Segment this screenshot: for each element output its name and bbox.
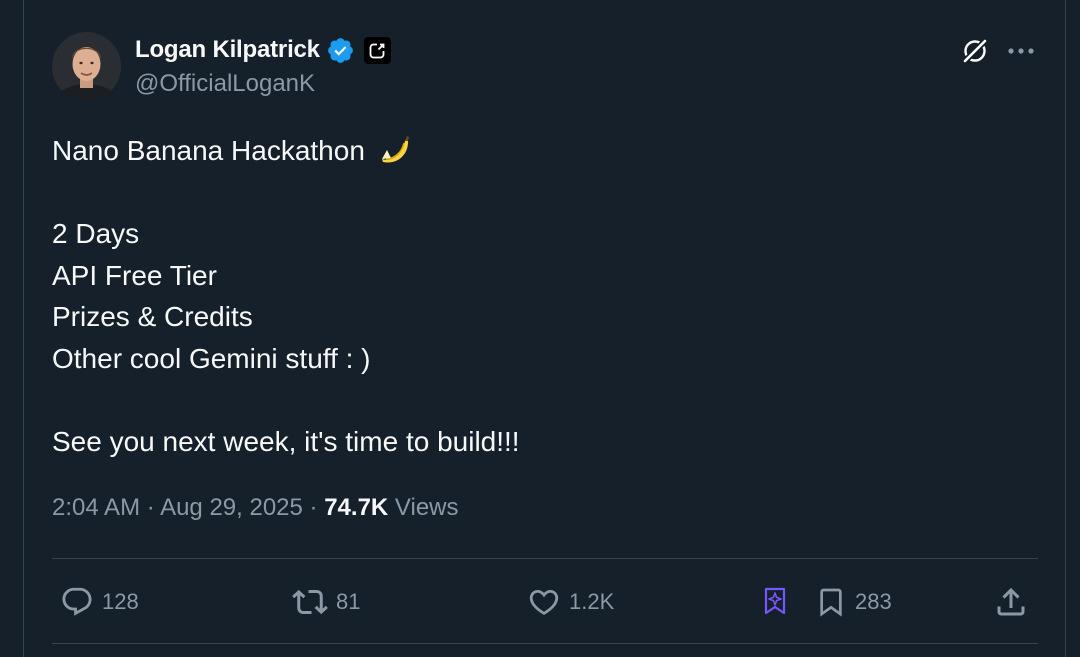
author-handle[interactable]: @OfficialLoganK xyxy=(135,70,315,98)
meta-separator: · xyxy=(302,494,325,521)
author-name-row: Logan Kilpatrick xyxy=(135,33,391,67)
more-options-icon[interactable] xyxy=(1003,33,1039,69)
tweet-line-3: 2 Days xyxy=(52,218,140,250)
bookmark-count: 283 xyxy=(855,589,892,614)
like-count: 1.2K xyxy=(569,589,615,614)
heart-icon xyxy=(527,585,561,619)
verified-badge-icon[interactable] xyxy=(326,36,355,65)
tweet-line-8: See you next week, it's time to build!!! xyxy=(52,426,520,458)
tweet-line-7 xyxy=(52,380,1032,422)
repost-button[interactable]: 81 xyxy=(292,583,360,621)
share-icon xyxy=(993,584,1029,620)
banana-emoji xyxy=(377,132,411,178)
repost-icon xyxy=(292,584,328,620)
tweet-line-4: API Free Tier xyxy=(52,259,217,291)
tweet-line-1: Nano Banana Hackathon xyxy=(52,130,1032,172)
tweet-line-1-text: Nano Banana Hackathon xyxy=(52,135,365,166)
tweet-date[interactable]: Aug 29, 2025 xyxy=(160,494,303,521)
reply-count: 128 xyxy=(102,589,139,614)
tweet-line-5: Prizes & Credits xyxy=(52,301,253,333)
tweet-time[interactable]: 2:04 AM xyxy=(52,494,140,521)
affiliate-badge-icon[interactable] xyxy=(363,36,391,64)
repost-count: 81 xyxy=(336,589,361,614)
grok-icon[interactable] xyxy=(957,33,993,69)
author-display-name[interactable]: Logan Kilpatrick xyxy=(135,36,320,64)
bookmark-icon xyxy=(815,584,847,620)
share-button[interactable] xyxy=(993,583,1029,621)
reply-icon xyxy=(60,585,94,619)
divider xyxy=(52,643,1038,644)
grok-bookmark-icon[interactable] xyxy=(760,585,790,617)
like-button[interactable]: 1.2K xyxy=(527,583,614,621)
views-label: Views xyxy=(394,494,459,521)
tweet-text: Nano Banana Hackathon 2 Days API Free Ti… xyxy=(52,130,1032,463)
tweet-line-2 xyxy=(52,172,1032,214)
views-count[interactable]: 74.7K xyxy=(324,494,388,521)
meta-separator: · xyxy=(140,494,161,521)
divider xyxy=(52,558,1038,559)
bookmark-button[interactable]: 283 xyxy=(815,583,892,621)
avatar[interactable] xyxy=(52,32,121,101)
reply-button[interactable]: 128 xyxy=(60,583,139,621)
tweet-meta: 2:04 AM · Aug 29, 2025 · 74.7K Views xyxy=(52,494,459,522)
tweet-line-6: Other cool Gemini stuff : ) xyxy=(52,342,371,374)
